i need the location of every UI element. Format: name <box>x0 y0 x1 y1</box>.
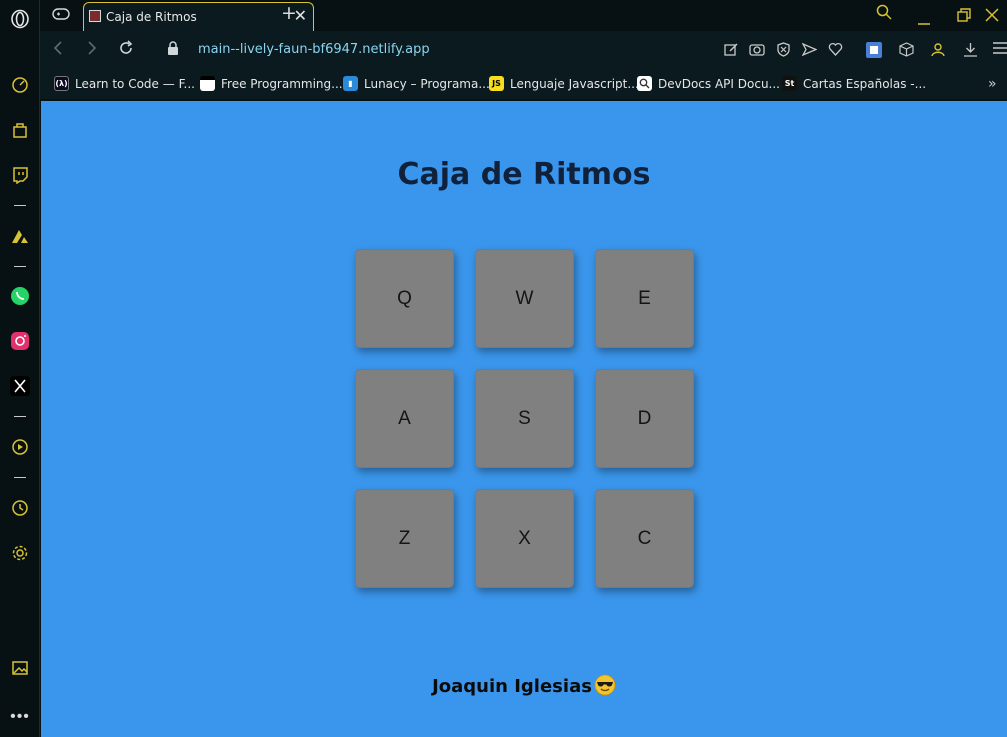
bookmark-item[interactable]: DevDocs API Docu... <box>637 76 780 91</box>
menu-icon[interactable] <box>992 42 1007 58</box>
browser-window: ••• Caja de Ritmos ✕ + main--lively-faun… <box>0 0 1007 737</box>
extensions-cube-icon[interactable] <box>898 42 914 58</box>
bookmark-label: Lenguaje Javascript... <box>510 76 639 91</box>
x-twitter-icon[interactable] <box>9 375 31 397</box>
speed-dial-icon[interactable] <box>9 74 31 96</box>
edit-icon[interactable] <box>723 42 739 58</box>
whatsapp-icon[interactable] <box>9 285 31 307</box>
shopping-bag-icon[interactable] <box>9 119 31 141</box>
aria-icon[interactable] <box>9 225 31 247</box>
tab-title: Caja de Ritmos <box>106 10 197 24</box>
author-name: Joaquin Iglesias <box>432 676 592 697</box>
sidebar-divider <box>14 205 26 206</box>
sidebar-divider <box>14 477 26 478</box>
tab-caja-de-ritmos[interactable]: Caja de Ritmos ✕ <box>83 2 314 31</box>
new-tab-button[interactable]: + <box>281 2 297 24</box>
drum-pad-d[interactable]: D <box>595 369 694 468</box>
camera-icon[interactable] <box>749 42 765 58</box>
download-icon[interactable] <box>962 42 978 58</box>
bookmark-label: DevDocs API Docu... <box>658 76 780 91</box>
more-options-icon[interactable]: ••• <box>9 706 31 728</box>
bookmark-item[interactable]: (λ) Learn to Code — F... <box>54 76 195 91</box>
drum-pad-a[interactable]: A <box>355 369 454 468</box>
history-icon[interactable] <box>9 497 31 519</box>
sidebar: ••• <box>0 0 40 737</box>
profile-icon[interactable] <box>930 42 946 58</box>
lunacy-icon: ▮ <box>343 76 358 91</box>
sunglasses-emoji-icon <box>594 674 616 696</box>
bookmark-label: Learn to Code — F... <box>75 76 195 91</box>
devdocs-icon <box>637 76 652 91</box>
player-icon[interactable] <box>9 436 31 458</box>
bookmark-label: Free Programming... <box>221 76 343 91</box>
heart-icon[interactable] <box>827 42 843 58</box>
bookmarks-bar: (λ) Learn to Code — F... Free Programmin… <box>40 69 1007 100</box>
drum-pad-q[interactable]: Q <box>355 249 454 348</box>
sidebar-divider <box>14 266 26 267</box>
drum-pad-c[interactable]: C <box>595 489 694 588</box>
bookmark-item[interactable]: Free Programming... <box>200 76 343 91</box>
page-content: Caja de Ritmos Q W E A S D Z X C Joaquin… <box>41 101 1007 737</box>
close-window-icon[interactable] <box>985 8 999 26</box>
tab-strip: Caja de Ritmos ✕ + <box>40 0 1007 31</box>
drum-pad-z[interactable]: Z <box>355 489 454 588</box>
back-icon[interactable] <box>52 40 64 61</box>
footer: Joaquin Iglesias <box>41 674 1007 697</box>
url-field[interactable]: main--lively-faun-bf6947.netlify.app <box>198 42 430 57</box>
adblock-shield-icon[interactable] <box>775 42 791 58</box>
settings-gear-icon[interactable] <box>9 542 31 564</box>
translate-extension-icon[interactable] <box>866 42 882 58</box>
send-icon[interactable] <box>801 42 818 58</box>
restore-window-icon[interactable] <box>957 8 971 26</box>
reload-icon[interactable] <box>118 40 134 61</box>
freecodecamp-icon: (λ) <box>54 76 69 91</box>
lock-icon[interactable] <box>167 41 179 61</box>
game-controller-icon[interactable] <box>52 7 70 26</box>
bookmark-label: Lunacy – Programa... <box>364 76 490 91</box>
drum-pad-e[interactable]: E <box>595 249 694 348</box>
sidebar-divider <box>14 416 26 417</box>
opera-logo-icon[interactable] <box>9 8 31 30</box>
tab-favicon-icon <box>89 10 101 22</box>
twitch-icon[interactable] <box>9 164 31 186</box>
bookmark-item[interactable]: JS Lenguaje Javascript... <box>489 76 639 91</box>
search-tabs-icon[interactable] <box>876 4 892 24</box>
drum-pad-w[interactable]: W <box>475 249 574 348</box>
bookmark-label: Cartas Españolas -... <box>803 76 927 91</box>
minimize-icon[interactable] <box>918 13 930 30</box>
bookmark-item[interactable]: ▮ Lunacy – Programa... <box>343 76 490 91</box>
bookmark-item[interactable]: St Cartas Españolas -... <box>782 76 926 91</box>
js-icon: JS <box>489 76 504 91</box>
drum-pad-s[interactable]: S <box>475 369 574 468</box>
gallery-icon[interactable] <box>9 657 31 679</box>
bookmark-site-icon <box>200 76 215 91</box>
page-title: Caja de Ritmos <box>397 157 651 192</box>
more-bookmarks-icon[interactable]: » <box>988 76 997 92</box>
st-icon: St <box>782 76 797 91</box>
address-bar: main--lively-faun-bf6947.netlify.app <box>40 31 1007 69</box>
forward-icon[interactable] <box>86 40 98 61</box>
drum-pad-x[interactable]: X <box>475 489 574 588</box>
instagram-icon[interactable] <box>9 330 31 352</box>
